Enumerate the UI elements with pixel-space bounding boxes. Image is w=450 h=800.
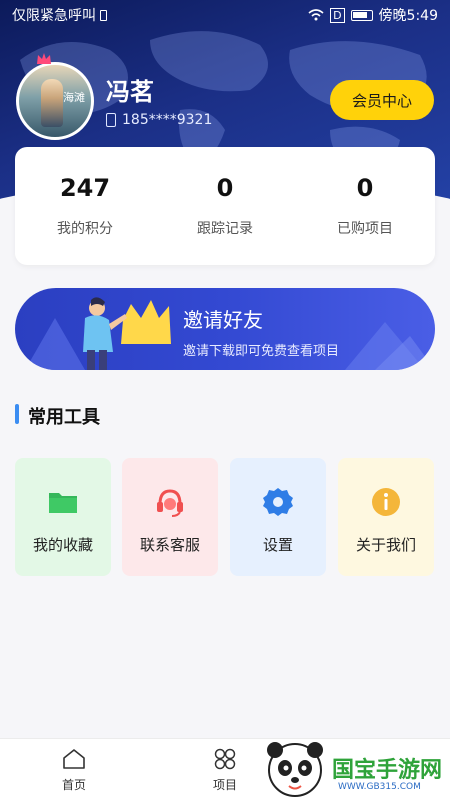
person-with-crown-icon [83,297,171,370]
status-time: 傍晚5:49 [378,8,438,24]
avatar-image: 海滩 [16,62,94,140]
phone-number: 185****9321 [122,112,213,128]
phone-row: 185****9321 [106,112,212,128]
nav-home[interactable]: 首页 [44,739,104,800]
watermark-url: WWW.GB315.COM [338,782,421,792]
tool-label: 我的收藏 [32,536,93,554]
tool-settings[interactable]: 设置 [230,458,326,576]
stat-points[interactable]: 247 我的积分 [15,147,155,265]
watermark-brand: 国宝手游网 [332,758,443,783]
tool-favorites[interactable]: 我的收藏 [15,458,111,576]
watermark: 国宝手游网 WWW.GB315.COM [262,736,450,800]
stat-tracking[interactable]: 0 跟踪记录 [155,147,295,265]
gear-icon [263,488,293,516]
avatar-caption: 海滩 [63,91,85,104]
crown-icon [37,53,51,64]
sim-icon [100,9,107,21]
home-icon [63,748,85,769]
vip-center-button[interactable]: 会员中心 [330,80,434,120]
wifi-icon [308,9,324,21]
phone-icon [106,113,116,127]
stat-purchased[interactable]: 0 已购项目 [295,147,435,265]
stat-value: 247 [59,174,111,202]
tool-customer-service[interactable]: 联系客服 [122,458,218,576]
tool-label: 联系客服 [139,536,200,554]
tool-label: 设置 [262,536,293,554]
tool-about-us[interactable]: 关于我们 [338,458,434,576]
stats-card: 247 我的积分 0 跟踪记录 0 已购项目 [15,147,435,265]
stat-label: 已购项目 [337,221,393,237]
avatar[interactable]: 海滩 [16,53,94,140]
section-accent-bar [15,404,19,424]
section-title: 常用工具 [28,407,100,428]
headset-icon [157,489,183,517]
status-bar: 仅限紧急呼叫 D 傍晚5:49 [0,0,450,30]
banner-subtitle: 邀请下载即可免费查看项目 [183,344,340,359]
stat-label: 跟踪记录 [197,221,253,237]
invite-friends-banner[interactable]: 邀请好友 邀请下载即可免费查看项目 [15,288,435,370]
info-icon [372,488,400,516]
data-indicator-icon: D [330,7,345,23]
nav-projects[interactable]: 项目 [195,739,255,800]
grid-icon [214,748,236,769]
stat-value: 0 [216,174,234,202]
battery-icon [350,9,373,21]
stat-value: 0 [356,174,374,202]
tool-label: 关于我们 [355,536,416,554]
nav-label: 首页 [61,777,86,792]
status-carrier-text: 仅限紧急呼叫 [12,8,96,24]
panda-logo-icon [267,742,323,797]
stat-label: 我的积分 [57,221,113,237]
user-name: 冯茗 [106,78,154,106]
nav-label: 项目 [212,777,237,792]
avatar-figure [41,79,63,127]
banner-title: 邀请好友 [183,308,263,332]
folder-icon [49,493,77,513]
